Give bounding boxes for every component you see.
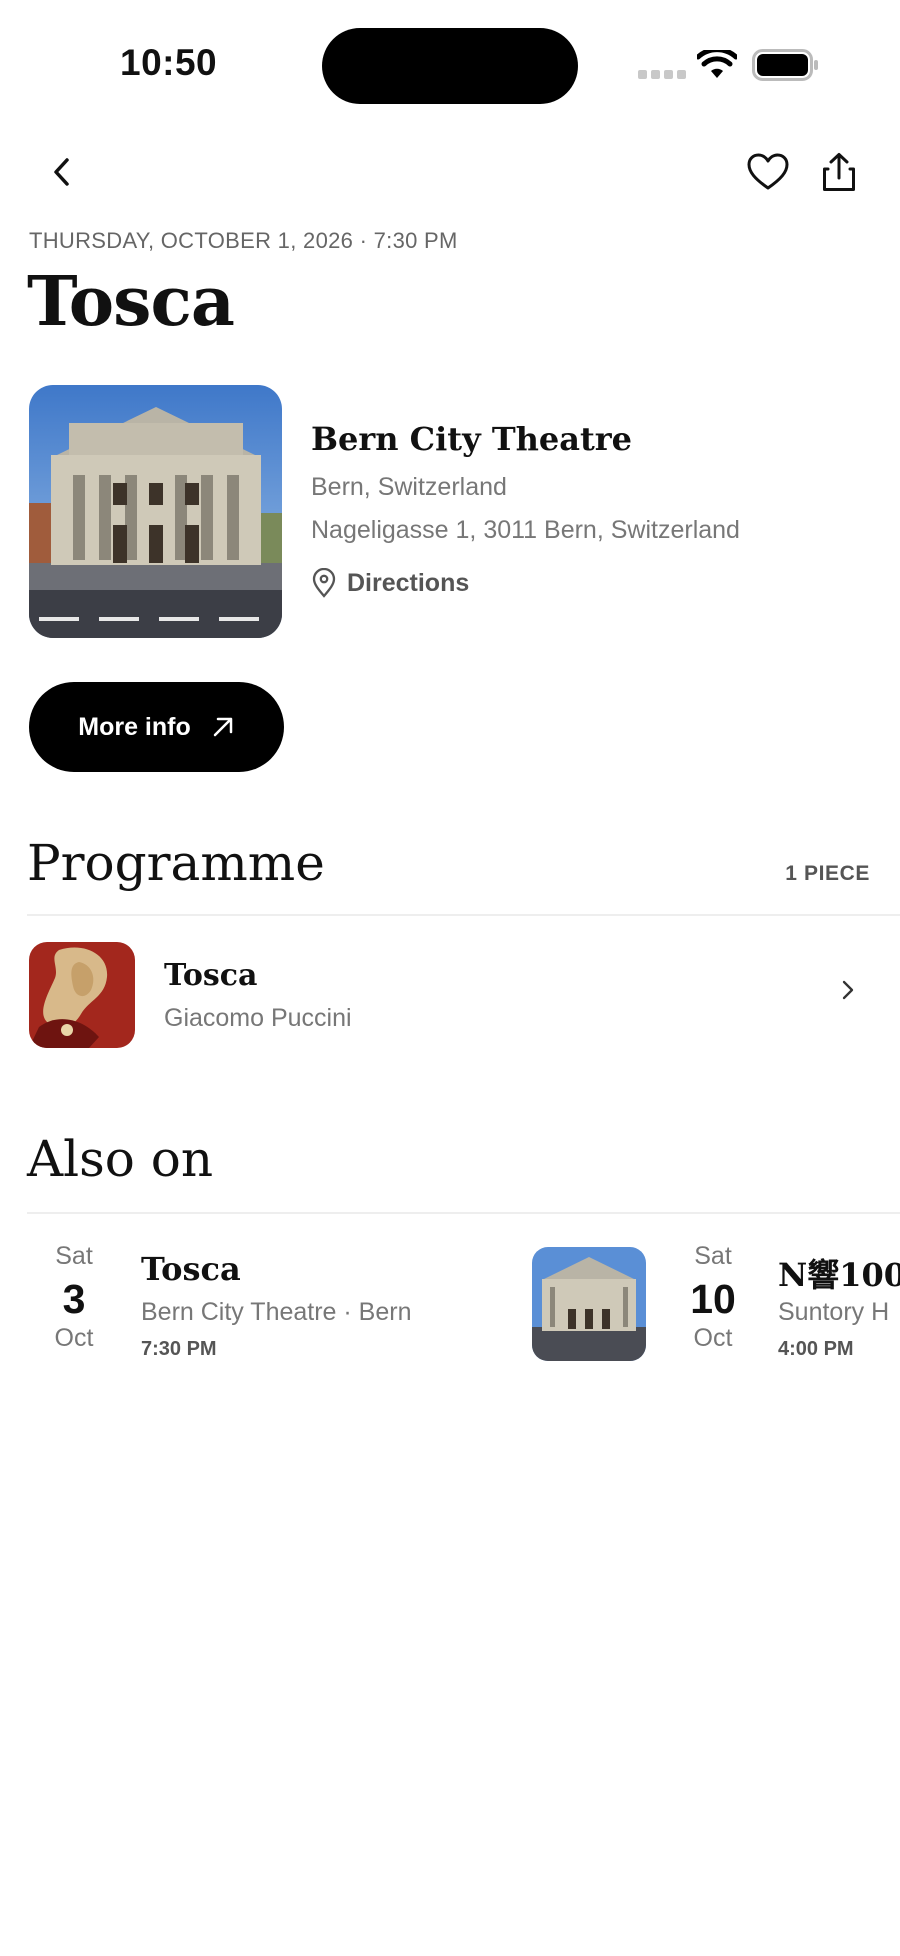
event-venue: Suntory H — [778, 1298, 890, 1326]
battery-icon — [752, 49, 818, 81]
event-title: Tosca — [27, 262, 235, 342]
piece-title: Tosca — [164, 958, 258, 993]
status-time: 10:50 — [120, 42, 218, 83]
venue-address: Nageligasse 1, 3011 Bern, Switzerland — [311, 516, 740, 544]
event-month: Oct — [693, 1324, 733, 1353]
programme-heading: Programme — [27, 834, 325, 892]
back-button[interactable] — [29, 140, 93, 204]
event-weekday: Sat — [694, 1242, 732, 1270]
programme-count: 1 PIECE — [785, 862, 870, 885]
directions-link[interactable]: Directions — [311, 568, 469, 598]
piece-composer: Giacomo Puccini — [164, 1004, 352, 1032]
event-title: Tosca — [141, 1250, 241, 1288]
directions-label: Directions — [347, 568, 470, 597]
event-date-time: THURSDAY, OCTOBER 1, 2026 · 7:30 PM — [29, 228, 458, 253]
dynamic-island — [322, 28, 578, 104]
piece-artwork — [29, 942, 135, 1048]
cellular-signal-icon — [638, 70, 688, 80]
heart-icon — [747, 153, 789, 190]
divider — [27, 914, 900, 916]
favorite-button[interactable] — [736, 140, 800, 204]
back-icon — [54, 158, 69, 186]
more-info-label: More info — [78, 712, 191, 741]
share-icon — [823, 153, 855, 191]
event-time: 4:00 PM — [778, 1338, 854, 1360]
event-weekday: Sat — [55, 1242, 93, 1270]
share-button[interactable] — [807, 140, 871, 204]
venue-photo — [29, 385, 282, 638]
event-date-badge: Sat 10 Oct — [678, 1242, 748, 1353]
event-venue-photo — [532, 1247, 646, 1361]
wifi-icon — [697, 50, 737, 78]
event-date-badge: Sat 3 Oct — [39, 1242, 109, 1353]
chevron-right-icon — [842, 980, 854, 1000]
location-pin-icon — [312, 568, 336, 598]
arrow-up-right-icon — [213, 717, 232, 737]
more-info-button[interactable]: More info — [29, 682, 284, 772]
also-on-heading: Also on — [27, 1130, 214, 1188]
venue-city: Bern, Switzerland — [311, 473, 507, 501]
event-venue: Bern City Theatre · Bern — [141, 1298, 412, 1326]
divider — [27, 1212, 900, 1214]
event-text-clip: N響100周 Suntory H 4:00 PM — [778, 1245, 900, 1375]
programme-item[interactable] — [0, 930, 900, 1060]
event-month: Oct — [54, 1324, 94, 1353]
venue-name[interactable]: Bern City Theatre — [311, 420, 632, 458]
event-time: 7:30 PM — [141, 1338, 217, 1360]
event-day: 10 — [690, 1276, 736, 1322]
event-day: 3 — [62, 1276, 86, 1322]
event-title: N響100周 — [778, 1256, 900, 1294]
